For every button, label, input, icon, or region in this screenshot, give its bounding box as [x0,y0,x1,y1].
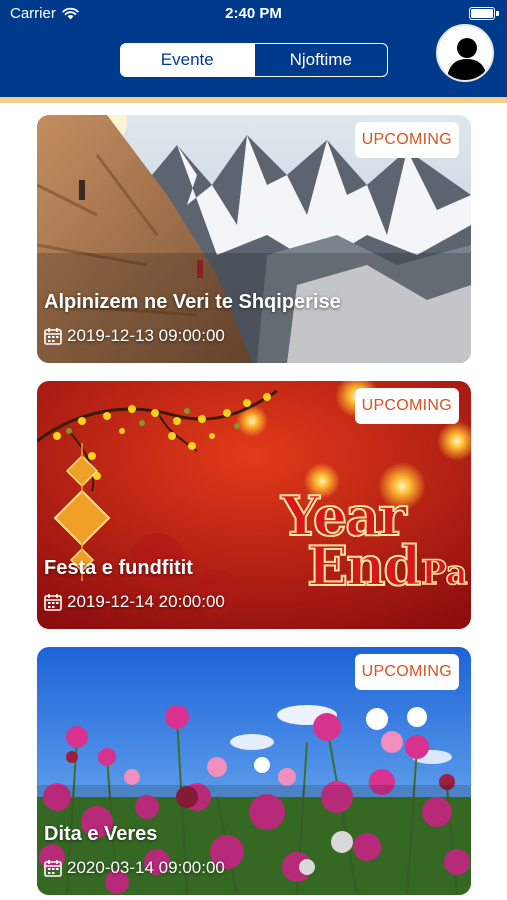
tab-njoftime[interactable]: Njoftime [253,44,388,76]
event-date-text: 2019-12-13 09:00:00 [67,326,225,345]
event-date: 2019-12-13 09:00:00 [44,326,225,346]
header-accent-stripe [0,97,507,103]
event-date-text: 2019-12-14 20:00:00 [67,592,225,611]
events-news-segmented-control: Evente Njoftime [120,43,388,77]
events-screen: Carrier 2:40 PM Evente Njoftime UPCOMING… [0,0,507,900]
calendar-icon [44,594,62,611]
party-image-text-end: End [306,534,422,598]
user-silhouette-icon [447,38,487,80]
event-card[interactable]: UPCOMING Alpinizem ne Veri te Shqiperise… [37,115,471,363]
event-title: Dita e Veres [44,823,158,845]
top-bar: Carrier 2:40 PM Evente Njoftime [0,0,507,97]
event-date: 2020-03-14 09:00:00 [44,858,225,878]
calendar-icon [44,328,62,345]
event-card[interactable]: UPCOMING Dita e Veres 2020-03-14 09:00:0… [37,647,471,895]
upcoming-badge: UPCOMING [354,122,459,158]
upcoming-badge: UPCOMING [354,388,459,424]
party-image-text-party: Pa [420,552,468,594]
status-time: 2:40 PM [225,5,282,22]
event-card[interactable]: Year End Pa UPCOMING Festa e fundfitit 2… [37,381,471,629]
profile-avatar-button[interactable] [436,24,494,82]
battery-tip [496,11,499,16]
event-date: 2019-12-14 20:00:00 [44,592,225,612]
tab-evente[interactable]: Evente [121,44,254,76]
battery-icon [469,7,495,20]
status-bar: Carrier 2:40 PM [0,0,507,28]
event-date-text: 2020-03-14 09:00:00 [67,858,225,877]
event-title: Festa e fundfitit [44,557,193,579]
event-title: Alpinizem ne Veri te Shqiperise [44,291,341,313]
calendar-icon [44,860,62,877]
upcoming-badge: UPCOMING [354,654,459,690]
